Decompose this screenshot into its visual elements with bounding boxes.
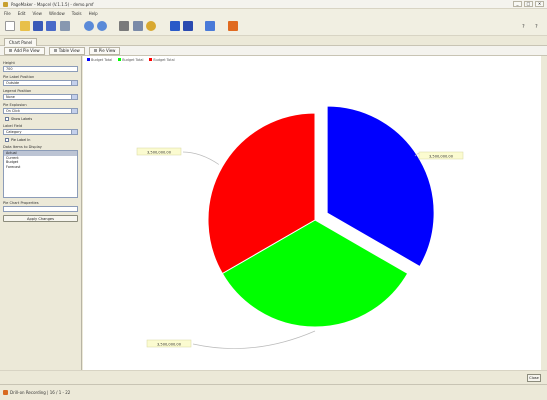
pie-explosion-label: Pie Explosion	[3, 103, 27, 107]
context-help-icon[interactable]: ?	[535, 24, 538, 30]
maximize-button[interactable]: □	[524, 1, 533, 7]
status-text: Drill-on Recording | 16 / 1 - 22	[10, 390, 71, 395]
save-as-icon[interactable]	[46, 21, 56, 31]
pie-label-in-box[interactable]	[5, 138, 9, 142]
subtab-pie-view-label: Pie View	[98, 48, 116, 53]
add-icon	[9, 49, 12, 52]
subtab-add-pie-view[interactable]: Add Pie View	[4, 46, 45, 55]
slice-label: 3,500,000.00	[146, 339, 192, 348]
legend-swatch	[149, 58, 153, 61]
menu-view[interactable]: View	[32, 11, 42, 16]
chart-area: Budget Total Budget Total Budget Total 3…	[83, 56, 541, 370]
tab-chart-panel[interactable]: Chart Panel	[4, 38, 38, 46]
legend-label: Budget Total	[153, 58, 175, 62]
new-icon[interactable]	[5, 21, 15, 31]
slice-label-text: 3,500,000.00	[429, 154, 454, 158]
data-items-list[interactable]: Actual Current Budget Forecast	[3, 150, 78, 198]
pie-label-position-select[interactable]: Outside	[3, 80, 78, 86]
cut-icon[interactable]	[119, 21, 129, 31]
legend-swatch	[87, 58, 90, 61]
leader-line	[192, 330, 316, 349]
wizard-icon[interactable]	[205, 21, 215, 31]
show-labels-label: Show Labels	[11, 117, 33, 121]
close-panel-button[interactable]: Close	[527, 374, 541, 382]
table-icon	[53, 49, 57, 52]
legend-label: Budget Total	[91, 58, 113, 62]
slice-label: 3,500,000.00	[418, 151, 464, 160]
sub-tab-bar: Add Pie View Table View Pie View	[0, 46, 547, 56]
apply-changes-button[interactable]: Apply Changes	[3, 215, 78, 222]
height-input[interactable]: 700	[3, 66, 78, 72]
alert-icon[interactable]	[228, 21, 238, 31]
subtab-table-view-label: Table View	[58, 48, 80, 53]
close-button[interactable]: ✕	[535, 1, 544, 7]
tab-strip: Chart Panel	[0, 36, 547, 46]
chart-legend: Budget Total Budget Total Budget Total	[87, 58, 175, 62]
menu-file[interactable]: File	[4, 11, 11, 16]
menu-bar: File Edit View Window Tools Help	[0, 9, 547, 17]
paste-icon[interactable]	[146, 21, 156, 31]
pie-chart-properties-label: Pie Chart Properties	[3, 201, 39, 205]
pie-chart-properties-field[interactable]	[3, 206, 78, 212]
copy-icon[interactable]	[133, 21, 143, 31]
toolbar: ? ?	[0, 17, 547, 36]
menu-help[interactable]: Help	[89, 11, 98, 16]
label-field-select[interactable]: Category	[3, 129, 78, 135]
leader-line	[182, 151, 220, 165]
data-items-label: Data Items to Display	[3, 145, 42, 149]
subtab-add-pie-view-label: Add Pie View	[14, 48, 40, 53]
status-icon	[3, 390, 8, 395]
menu-edit[interactable]: Edit	[18, 11, 26, 16]
menu-window[interactable]: Window	[49, 11, 65, 16]
pie-label-in-checkbox[interactable]: Pie Label In	[5, 138, 78, 142]
pie-label-position-label: Pie Label Position	[3, 75, 35, 79]
redo-icon[interactable]	[97, 21, 107, 31]
legend-position-select[interactable]: None	[3, 94, 78, 100]
slice-label-text: 3,500,000.00	[157, 342, 182, 346]
subtab-pie-view[interactable]: Pie View	[88, 46, 121, 55]
legend-item: Budget Total	[149, 58, 175, 62]
window-title: PageMaker - Mapcel (V.1.1.5) - demo.pmf	[11, 1, 94, 7]
label-field-label: Label Field	[3, 124, 23, 128]
legend-swatch	[118, 58, 122, 61]
legend-position-label: Legend Position	[3, 89, 32, 93]
pie-icon	[93, 49, 97, 52]
legend-label: Budget Total	[122, 58, 144, 62]
help-icon[interactable]: ?	[522, 24, 525, 30]
legend-item: Budget Total	[118, 58, 143, 62]
app-icon	[3, 1, 8, 7]
chart-icon[interactable]	[170, 21, 180, 31]
minimize-button[interactable]: _	[513, 1, 522, 7]
menu-tools[interactable]: Tools	[72, 11, 82, 16]
print-icon[interactable]	[60, 21, 70, 31]
title-bar: PageMaker - Mapcel (V.1.1.5) - demo.pmf …	[0, 0, 547, 9]
properties-panel: Height 700 Pie Label Position Outside Le…	[0, 56, 82, 370]
legend-item: Budget Total	[87, 58, 112, 62]
height-label: Height	[3, 61, 15, 65]
pie-explosion-select[interactable]: On Click	[3, 108, 78, 114]
show-labels-checkbox[interactable]: Show Labels	[5, 117, 78, 121]
pie-chart[interactable]: 3,500,000.00 3,500,000.00 3,500,000.00	[83, 56, 541, 370]
show-labels-box[interactable]	[5, 117, 9, 121]
chart-alt-icon[interactable]	[183, 21, 193, 31]
right-gutter	[541, 56, 547, 370]
save-icon[interactable]	[33, 21, 43, 31]
undo-icon[interactable]	[84, 21, 94, 31]
window-controls: _ □ ✕	[513, 1, 544, 7]
list-item[interactable]: Forecast	[4, 165, 77, 170]
open-icon[interactable]	[20, 21, 30, 31]
subtab-table-view[interactable]: Table View	[48, 46, 85, 55]
bottom-bar: Close	[0, 370, 547, 384]
tab-chart-panel-label: Chart Panel	[9, 40, 33, 45]
status-bar: Drill-on Recording | 16 / 1 - 22	[0, 384, 547, 400]
pie-label-in-label: Pie Label In	[11, 138, 31, 142]
slice-label-text: 3,500,000.00	[147, 150, 172, 154]
slice-label: 3,500,000.00	[136, 147, 182, 156]
